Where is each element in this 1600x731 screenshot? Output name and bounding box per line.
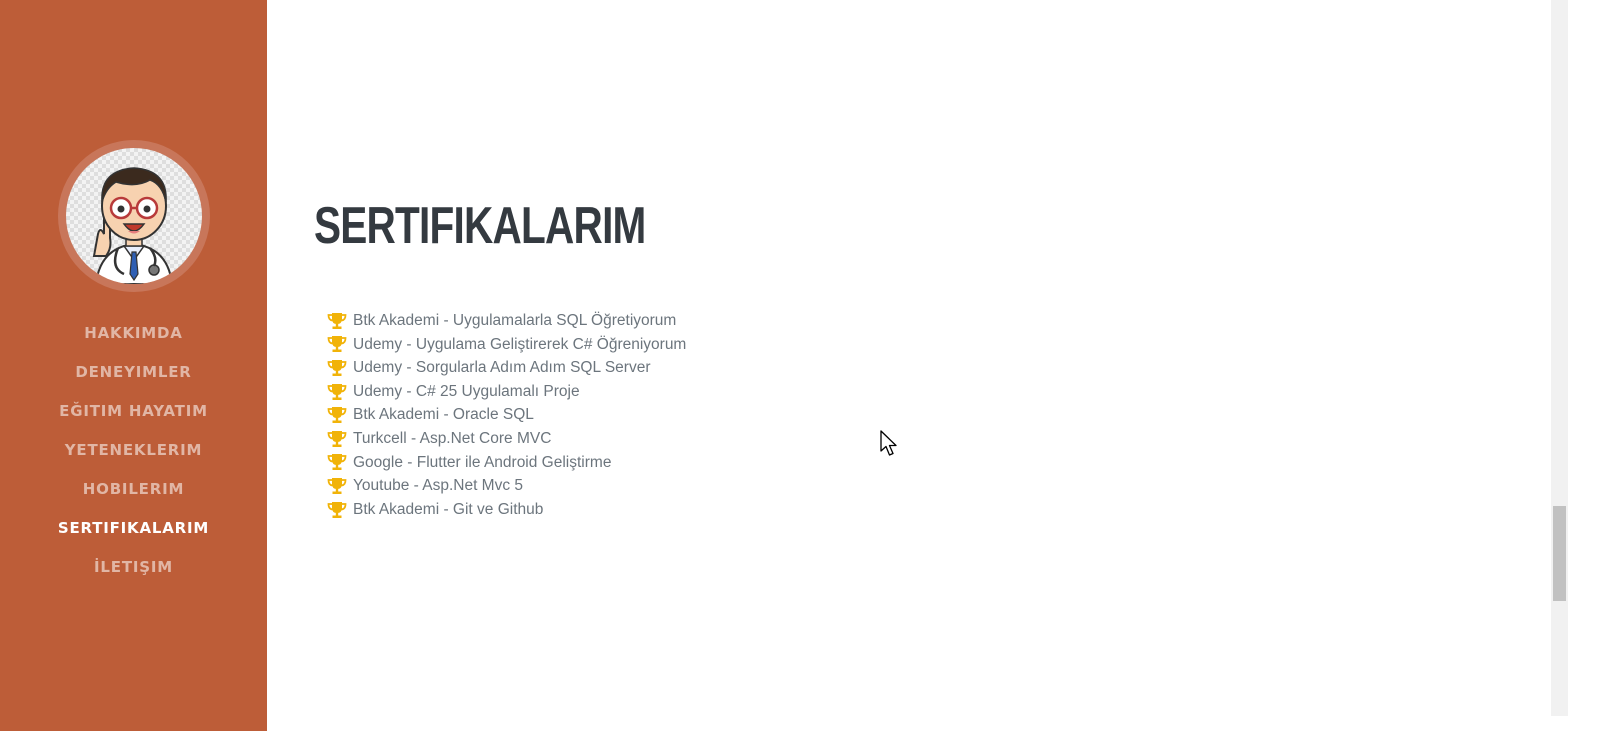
nav-link-hobilerim[interactable]: HOBILERIM xyxy=(83,480,184,498)
avatar-frame xyxy=(57,140,210,292)
list-item: Youtube - Asp.Net Mvc 5 xyxy=(327,474,686,498)
certificate-text: Btk Akademi - Git ve Github xyxy=(353,500,544,518)
trophy-icon xyxy=(327,312,347,329)
nav-link-egitim-hayatim[interactable]: EĞITIM HAYATIM xyxy=(59,402,208,420)
nav-item-hobilerim: HOBILERIM xyxy=(58,470,209,509)
nav-item-deneyimler: DENEYIMLER xyxy=(58,353,209,392)
certificate-text: Google - Flutter ile Android Geliştirme xyxy=(353,453,612,471)
certificate-text: Youtube - Asp.Net Mvc 5 xyxy=(353,477,524,495)
avatar xyxy=(65,148,202,284)
list-item: Udemy - Uygulama Geliştirerek C# Öğreniy… xyxy=(327,333,686,357)
list-item: Btk Akademi - Git ve Github xyxy=(327,498,686,522)
trophy-icon xyxy=(327,383,347,400)
certificate-text: Turkcell - Asp.Net Core MVC xyxy=(353,429,552,447)
trophy-icon xyxy=(327,454,347,471)
main-content: SERTIFIKALARIM Btk Akademi - Uygulamalar… xyxy=(267,0,1551,731)
nav-link-yeteneklerim[interactable]: YETENEKLERIM xyxy=(65,441,202,459)
list-item: Udemy - C# 25 Uygulamalı Proje xyxy=(327,380,686,404)
nav-link-hakkimda[interactable]: HAKKIMDA xyxy=(84,324,182,342)
nav-item-yeteneklerim: YETENEKLERIM xyxy=(58,431,209,470)
list-item: Udemy - Sorgularla Adım Adım SQL Server xyxy=(327,356,686,380)
sidebar: HAKKIMDA DENEYIMLER EĞITIM HAYATIM YETEN… xyxy=(0,0,267,731)
trophy-icon xyxy=(327,407,347,424)
nav-item-egitim-hayatim: EĞITIM HAYATIM xyxy=(58,392,209,431)
nav-item-sertifikalarim: SERTIFIKALARIM xyxy=(58,509,209,548)
vertical-scrollbar[interactable] xyxy=(1551,0,1568,716)
nav-link-deneyimler[interactable]: DENEYIMLER xyxy=(75,363,191,381)
side-navigation: HAKKIMDA DENEYIMLER EĞITIM HAYATIM YETEN… xyxy=(58,314,209,587)
trophy-icon xyxy=(327,336,347,353)
certificate-text: Udemy - Uygulama Geliştirerek C# Öğreniy… xyxy=(353,335,687,353)
nav-item-iletisim: İLETIŞIM xyxy=(58,548,209,587)
certificate-text: Udemy - Sorgularla Adım Adım SQL Server xyxy=(353,359,651,377)
nav-link-iletisim[interactable]: İLETIŞIM xyxy=(94,558,173,576)
list-item: Btk Akademi - Oracle SQL xyxy=(327,403,686,427)
certificate-text: Btk Akademi - Uygulamalarla SQL Öğretiyo… xyxy=(353,312,677,329)
mouse-cursor-icon xyxy=(880,430,897,456)
trophy-icon xyxy=(327,359,347,376)
section-title: SERTIFIKALARIM xyxy=(314,197,646,255)
nav-link-sertifikalarim[interactable]: SERTIFIKALARIM xyxy=(58,519,209,537)
nav-item-hakkimda: HAKKIMDA xyxy=(58,314,209,353)
trophy-icon xyxy=(327,477,347,494)
scrollbar-thumb[interactable] xyxy=(1553,506,1566,601)
list-item: Turkcell - Asp.Net Core MVC xyxy=(327,427,686,451)
doctor-avatar-image xyxy=(92,167,173,284)
list-item: Btk Akademi - Uygulamalarla SQL Öğretiyo… xyxy=(327,309,686,333)
list-item: Google - Flutter ile Android Geliştirme xyxy=(327,451,686,475)
trophy-icon xyxy=(327,501,347,518)
trophy-icon xyxy=(327,430,347,447)
certificate-list: Btk Akademi - Uygulamalarla SQL Öğretiyo… xyxy=(327,309,686,521)
certificate-text: Udemy - C# 25 Uygulamalı Proje xyxy=(353,382,580,400)
certificate-text: Btk Akademi - Oracle SQL xyxy=(353,406,534,424)
